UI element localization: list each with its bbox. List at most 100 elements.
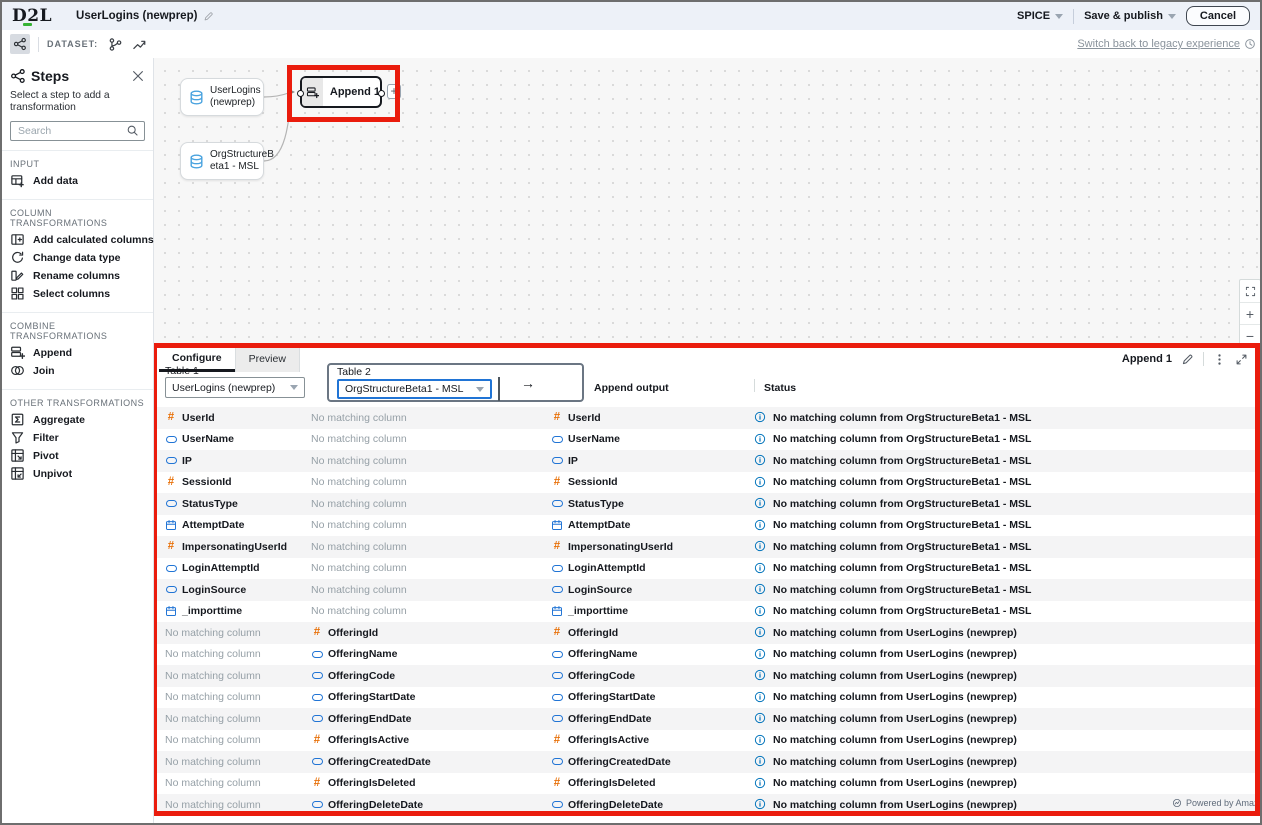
string-type-icon: [165, 565, 177, 572]
table1-select[interactable]: UserLogins (newprep): [165, 377, 305, 398]
sidebar-divider: [2, 389, 153, 390]
pivot-icon: [10, 448, 25, 463]
column-name: AttemptDate: [182, 519, 244, 531]
info-icon[interactable]: [754, 540, 767, 553]
status-text: No matching column from UserLogins (newp…: [773, 734, 1017, 746]
add-step-button[interactable]: +: [387, 84, 401, 99]
steps-search[interactable]: [10, 121, 145, 141]
sidebar-item-add-data[interactable]: Add data: [2, 172, 153, 190]
fit-to-screen-button[interactable]: [1240, 280, 1260, 302]
sidebar-item-aggregate[interactable]: Aggregate: [2, 411, 153, 429]
status-cell: No matching column from UserLogins (newp…: [754, 734, 1260, 747]
info-icon[interactable]: [754, 626, 767, 639]
column-name: UserId: [568, 412, 601, 424]
sidebar-item-rename-columns[interactable]: Rename columns: [2, 267, 153, 285]
unpivot-icon: [10, 466, 25, 481]
string-type-icon: [311, 758, 323, 765]
info-icon[interactable]: [754, 712, 767, 725]
header-divider: [1073, 9, 1074, 24]
steps-panel-toggle-button[interactable]: [10, 34, 30, 54]
column-name: OfferingIsActive: [568, 734, 649, 746]
append-node-label: Append 1: [330, 86, 380, 98]
sidebar-item-select-columns[interactable]: Select columns: [2, 285, 153, 303]
tab-preview[interactable]: Preview: [235, 347, 300, 372]
sidebar-item-change-data-type[interactable]: Change data type: [2, 249, 153, 267]
info-icon[interactable]: [754, 497, 767, 510]
kebab-menu-icon[interactable]: [1213, 353, 1226, 366]
status-header: Status: [764, 382, 796, 394]
schema-view-button[interactable]: [106, 35, 124, 53]
edit-title-pencil-icon[interactable]: [203, 11, 214, 22]
zoom-in-button[interactable]: +: [1240, 302, 1260, 324]
status-text: No matching column from UserLogins (newp…: [773, 799, 1017, 811]
status-cell: No matching column from UserLogins (newp…: [754, 648, 1260, 661]
sidebar-item-join[interactable]: Join: [2, 362, 153, 380]
string-type-icon: [311, 651, 323, 658]
input-port[interactable]: [297, 90, 304, 97]
spice-dropdown[interactable]: SPICE: [1017, 10, 1063, 22]
legacy-experience-link[interactable]: Switch back to legacy experience: [1077, 38, 1240, 50]
database-icon: [188, 89, 205, 106]
info-icon[interactable]: [754, 669, 767, 682]
no-matching-column-label: No matching column: [165, 756, 261, 768]
flow-canvas[interactable]: UserLogins(newprep) OrgStructureBeta1 - …: [154, 58, 1260, 823]
history-icon[interactable]: [1244, 38, 1256, 50]
info-icon[interactable]: [754, 583, 767, 596]
sidebar-item-add-calculated-columns[interactable]: Add calculated columns: [2, 231, 153, 249]
sidebar-item-label: Join: [33, 365, 55, 377]
mapping-row-offeringdeletedate: No matching columnOfferingDeleteDateOffe…: [154, 794, 1260, 816]
int-type-icon: #: [551, 627, 563, 639]
save-publish-button[interactable]: Save & publish: [1084, 10, 1176, 22]
info-icon[interactable]: [754, 734, 767, 747]
info-icon[interactable]: [754, 562, 767, 575]
info-icon[interactable]: [754, 476, 767, 489]
table1-cell: _importtime: [154, 605, 311, 617]
sidebar-section-label: COMBINE TRANSFORMATIONS: [2, 319, 153, 344]
sidebar-item-append[interactable]: Append: [2, 344, 153, 362]
sidebar-item-filter[interactable]: Filter: [2, 429, 153, 447]
output-port[interactable]: [378, 90, 385, 97]
info-icon[interactable]: [754, 433, 767, 446]
int-type-icon: #: [311, 778, 323, 790]
dataset-node-userlogins[interactable]: UserLogins(newprep): [180, 78, 264, 116]
column-name: OfferingIsActive: [328, 734, 409, 746]
analysis-view-button[interactable]: [130, 35, 148, 53]
table2-select[interactable]: OrgStructureBeta1 - MSL: [337, 379, 492, 399]
status-text: No matching column from UserLogins (newp…: [773, 627, 1017, 639]
dataset-toolbar: DATASET: Switch back to legacy experienc…: [2, 30, 1260, 58]
table2-cell: OfferingStartDate: [311, 691, 551, 703]
search-input[interactable]: [16, 124, 126, 138]
string-type-icon: [551, 500, 563, 507]
expand-panel-icon[interactable]: [1235, 353, 1248, 366]
info-icon[interactable]: [754, 411, 767, 424]
no-matching-column-label: No matching column: [165, 734, 261, 746]
info-icon[interactable]: [754, 648, 767, 661]
mapping-row-offeringcreateddate: No matching columnOfferingCreatedDateOff…: [154, 751, 1260, 773]
zoom-out-button[interactable]: −: [1240, 324, 1260, 346]
info-icon[interactable]: [754, 519, 767, 532]
info-icon[interactable]: [754, 755, 767, 768]
table1-cell: No matching column: [154, 627, 311, 639]
close-icon[interactable]: [131, 69, 145, 83]
calculated-columns-icon: [10, 232, 25, 247]
sidebar-item-label: Add calculated columns: [33, 234, 154, 246]
mapping-row-offeringstartdate: No matching columnOfferingStartDateOffer…: [154, 687, 1260, 709]
info-icon[interactable]: [754, 454, 767, 467]
sidebar-item-unpivot[interactable]: Unpivot: [2, 465, 153, 483]
info-icon[interactable]: [754, 777, 767, 790]
table1-cell: IP: [154, 455, 311, 467]
info-icon[interactable]: [754, 691, 767, 704]
info-icon[interactable]: [754, 605, 767, 618]
column-name: LoginSource: [568, 584, 632, 596]
append-step-node[interactable]: Append 1: [300, 76, 382, 108]
cancel-button[interactable]: Cancel: [1186, 6, 1250, 26]
string-type-icon: [311, 715, 323, 722]
append-output-cell: UserName: [551, 433, 754, 445]
sidebar-item-pivot[interactable]: Pivot: [2, 447, 153, 465]
fit-icon: [1245, 286, 1256, 297]
edit-step-name-pencil-icon[interactable]: [1181, 353, 1194, 366]
watermark-text: Powered by Amazon QuickSight: [1186, 798, 1260, 808]
dataset-node-orgstructure[interactable]: OrgStructureBeta1 - MSL: [180, 142, 264, 180]
info-icon[interactable]: [754, 798, 767, 811]
column-name: OfferingIsDeleted: [328, 777, 416, 789]
